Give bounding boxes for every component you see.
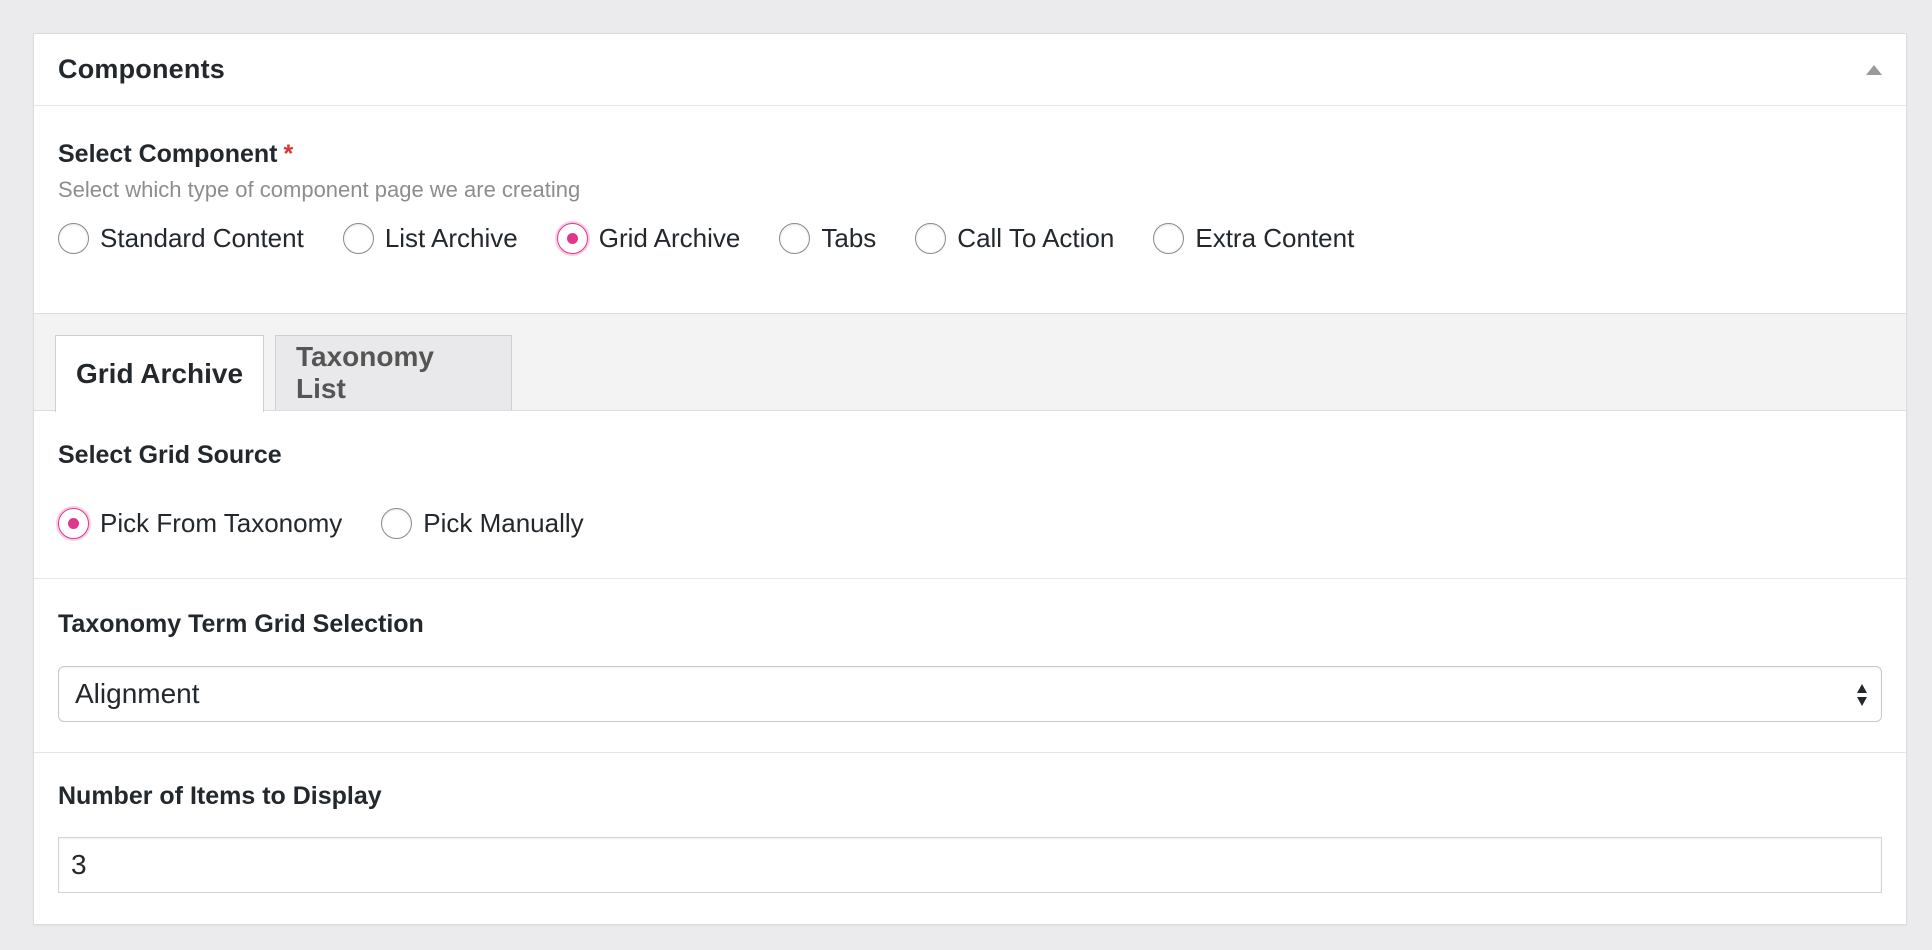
radio-option-pick-from-taxonomy[interactable]: Pick From Taxonomy: [58, 508, 342, 539]
tabs-bar: Grid Archive Taxonomy List: [34, 314, 1906, 412]
radio-label-tabs: Tabs: [821, 223, 877, 253]
select-component-label: Select Component *: [58, 140, 293, 169]
taxonomy-selection-label: Taxonomy Term Grid Selection: [58, 610, 424, 638]
radio-standard-content[interactable]: [58, 223, 89, 254]
taxonomy-term-selected-value: Alignment: [75, 678, 200, 709]
items-count-label: Number of Items to Display: [58, 782, 382, 810]
radio-option-grid-archive[interactable]: Grid Archive: [556, 223, 741, 254]
select-component-section: Select Component * Select which type of c…: [34, 106, 1906, 314]
radio-label-call-to-action: Call To Action: [957, 223, 1115, 253]
radio-extra-content[interactable]: [1153, 223, 1185, 254]
radio-label-pick-manually: Pick Manually: [423, 508, 584, 538]
radio-dot: [68, 518, 79, 529]
radio-tabs[interactable]: [779, 223, 811, 254]
radio-option-list-archive[interactable]: List Archive: [342, 223, 518, 254]
radio-option-pick-manually[interactable]: Pick Manually: [381, 508, 584, 539]
components-panel: Components Select Component * Select whic…: [33, 33, 1907, 925]
radio-label-extra-content: Extra Content: [1195, 223, 1355, 253]
panel-title: Components: [58, 54, 225, 84]
radio-option-standard-content[interactable]: Standard Content: [58, 223, 304, 254]
component-radio-group: Standard Content List Archive Grid Archi…: [58, 223, 1393, 254]
radio-label-pick-from-taxonomy: Pick From Taxonomy: [100, 508, 343, 538]
radio-label-list-archive: List Archive: [384, 223, 518, 253]
taxonomy-term-select[interactable]: Alignment: [58, 666, 1882, 722]
items-count-input[interactable]: 3: [58, 837, 1882, 893]
grid-source-section: Select Grid Source Pick From Taxonomy Pi…: [34, 411, 1906, 579]
radio-grid-archive[interactable]: [556, 223, 588, 254]
select-component-description: Select which type of component page we a…: [58, 177, 581, 202]
grid-source-label: Select Grid Source: [58, 441, 282, 469]
taxonomy-selection-section: Taxonomy Term Grid Selection Alignment: [34, 579, 1906, 753]
radio-dot: [566, 233, 578, 244]
radio-call-to-action[interactable]: [915, 223, 947, 254]
radio-list-archive[interactable]: [342, 223, 374, 254]
items-count-section: Number of Items to Display 3: [34, 753, 1906, 923]
radio-option-extra-content[interactable]: Extra Content: [1153, 223, 1354, 254]
tab-taxonomy-list[interactable]: Taxonomy List: [275, 335, 512, 410]
up-down-arrows-icon: [1855, 681, 1869, 709]
radio-pick-from-taxonomy[interactable]: [58, 508, 89, 539]
required-marker: *: [283, 140, 294, 168]
radio-option-tabs[interactable]: Tabs: [779, 223, 876, 254]
select-component-label-text: Select Component: [58, 140, 278, 168]
radio-option-call-to-action[interactable]: Call To Action: [915, 223, 1114, 254]
radio-pick-manually[interactable]: [381, 508, 413, 539]
radio-label-standard-content: Standard Content: [100, 223, 304, 253]
tab-grid-archive[interactable]: Grid Archive: [55, 335, 264, 412]
triangle-up-icon[interactable]: [1862, 60, 1886, 80]
radio-label-grid-archive: Grid Archive: [598, 223, 741, 253]
grid-source-radio-group: Pick From Taxonomy Pick Manually: [58, 508, 623, 539]
panel-header[interactable]: Components: [34, 34, 1906, 106]
